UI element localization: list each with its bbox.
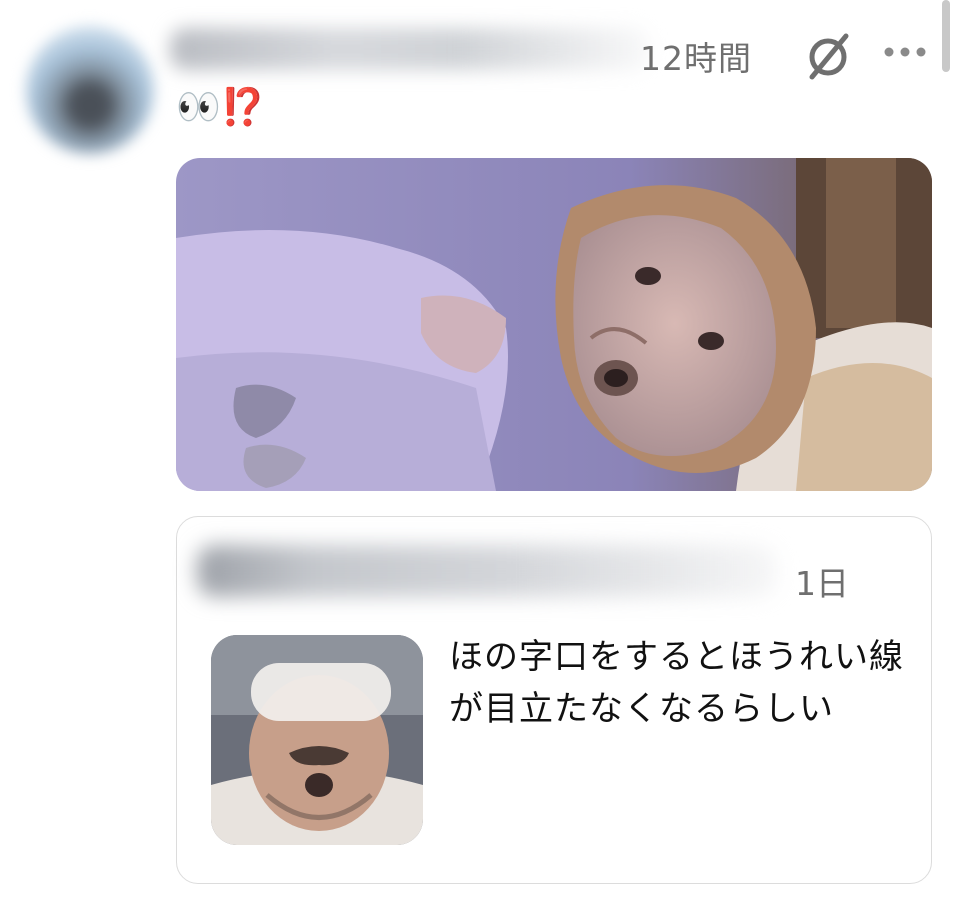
scrollbar[interactable] (942, 0, 950, 72)
quoted-post-text: ほの字口をするとほうれい線が目立たなくなるらしい (449, 637, 904, 729)
quoted-timestamp: 1日 (795, 564, 849, 603)
post-text: 👀⁉️ (176, 87, 266, 128)
quoted-thumbnail[interactable] (211, 635, 423, 845)
avatar[interactable] (26, 26, 154, 154)
quoted-post-card[interactable]: 1日 ほの字口をするとほうれい線が目立たなくなるらしい (176, 516, 932, 884)
quoted-author-blurred[interactable] (197, 545, 777, 597)
media-illustration (176, 158, 932, 491)
more-horizontal-icon[interactable] (882, 38, 928, 66)
post-timestamp: 12時間 (640, 39, 752, 78)
post-media-image[interactable] (176, 158, 932, 491)
author-name-blurred[interactable] (170, 28, 650, 70)
edit-off-icon[interactable] (800, 30, 856, 82)
thumbnail-illustration (211, 635, 423, 845)
